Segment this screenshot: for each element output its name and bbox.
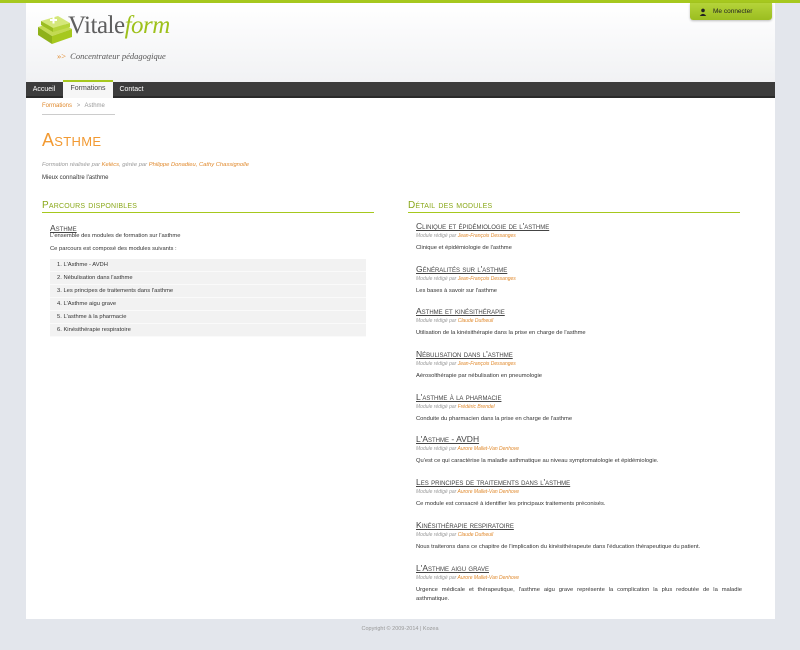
module-title-link[interactable]: Les principes de traitements dans l'asth…	[416, 477, 742, 487]
module-title-link[interactable]: Clinique et épidémiologie de l'asthme	[416, 221, 742, 231]
nav-item-contact[interactable]: Contact	[114, 82, 149, 98]
module-author: Module rédigé par Claude Dutheuil	[416, 318, 742, 324]
module-title-link[interactable]: Kinésithérapie respiratoire	[416, 520, 742, 530]
module-description: Utilisation de la kinésithérapie dans la…	[416, 330, 586, 337]
author-prefix: Module rédigé par	[416, 531, 457, 538]
training-meta: Formation réalisée par Kelécs, gérée par…	[42, 162, 249, 168]
login-button[interactable]: Me connecter	[690, 3, 772, 20]
module-description: Clinique et épidémiologie de l'asthme	[416, 245, 512, 251]
author-link[interactable]: Claude Dutheuil	[458, 318, 494, 324]
module-title-link[interactable]: Asthme et kinésithérapie	[416, 306, 742, 316]
module-item: Généralités sur l'asthme Module rédigé p…	[416, 264, 742, 307]
author-prefix: Module rédigé par	[416, 233, 457, 239]
module-item: L'Asthme - AVDH Module rédigé par Aurore…	[416, 434, 742, 477]
site-logo[interactable]: Vitaleform »> Concentrateur pédagogique	[36, 11, 186, 66]
list-item[interactable]: 1. L'Asthme - AVDH	[50, 259, 366, 272]
module-title-link[interactable]: Nébulisation dans l'asthme	[416, 349, 742, 359]
meta-prefix: Formation réalisée par	[42, 162, 100, 168]
author-prefix: Module rédigé par	[416, 489, 457, 496]
section-divider-detail	[408, 212, 740, 213]
author-prefix: Module rédigé par	[416, 574, 457, 581]
main-nav: Accueil Formations Contact	[26, 80, 775, 98]
breadcrumb-divider	[42, 114, 115, 115]
module-item: Nébulisation dans l'asthme Module rédigé…	[416, 349, 742, 392]
author-prefix: Module rédigé par	[416, 403, 457, 410]
module-item: Clinique et épidémiologie de l'asthme Mo…	[416, 221, 742, 264]
author-link[interactable]: Aurore Mallet-Van Denhove	[458, 575, 520, 581]
logo-tagline: »> Concentrateur pédagogique	[57, 51, 166, 61]
parcours-description: L'ensemble des modules de formation sur …	[50, 233, 181, 239]
module-description: Urgence médicale et thérapeutique, l'ast…	[416, 586, 742, 602]
author-link[interactable]: Frédéric Brendel	[458, 404, 495, 410]
list-item[interactable]: 3. Les principes de traitements dans l'a…	[50, 285, 366, 298]
module-author: Module rédigé par Frédéric Brendel	[416, 404, 742, 410]
training-intro: Mieux connaître l'asthme	[42, 175, 109, 181]
header: Vitaleform »> Concentrateur pédagogique …	[26, 3, 775, 82]
breadcrumb-link-formations[interactable]: Formations	[42, 103, 72, 109]
author-link[interactable]: Claude Dutheuil	[458, 532, 494, 538]
list-item[interactable]: 5. L'asthme à la pharmacie	[50, 311, 366, 324]
footer: Copyright © 2009-2014 | Kozea	[361, 626, 439, 632]
section-title-parcours: Parcours disponibles	[42, 200, 138, 211]
meta-mid: , gérée par	[119, 162, 148, 168]
module-title-link[interactable]: L'Asthme - AVDH	[416, 434, 742, 444]
parcours-composition: Ce parcours est composé des modules suiv…	[50, 246, 177, 252]
list-item[interactable]: 6. Kinésithérapie respiratoire	[50, 324, 366, 337]
parcours-title-link[interactable]: Asthme	[50, 223, 77, 233]
author-prefix: Module rédigé par	[416, 446, 457, 453]
meta-managers-link[interactable]: Philippe Donadieu, Cathy Chassignolle	[149, 162, 249, 168]
module-author: Module rédigé par Aurore Mallet-Van Denh…	[416, 446, 742, 452]
module-description: Nous traiterons dans ce chapitre de l'im…	[416, 543, 701, 550]
page-title: Asthme	[42, 130, 102, 150]
page-container: Vitaleform »> Concentrateur pédagogique …	[26, 3, 775, 619]
module-author: Module rédigé par Jean-François Dessange…	[416, 361, 742, 367]
breadcrumb: Formations > Asthme	[42, 103, 105, 109]
login-label: Me connecter	[713, 8, 753, 15]
logo-word-main: Vitale	[68, 12, 125, 39]
module-description: Aérosolthérapie par nébulisation en pneu…	[416, 373, 543, 380]
module-description: Ce module est consacré à identifier les …	[416, 501, 606, 508]
module-author: Module rédigé par Aurore Mallet-Van Denh…	[416, 489, 742, 495]
module-item: Kinésithérapie respiratoire Module rédig…	[416, 520, 742, 563]
module-item: L'Asthme aigu grave Module rédigé par Au…	[416, 563, 742, 606]
nav-item-accueil[interactable]: Accueil	[26, 82, 62, 98]
author-link[interactable]: Jean-François Dessanges	[458, 276, 516, 282]
module-detail-list: Clinique et épidémiologie de l'asthme Mo…	[416, 221, 742, 605]
module-author: Module rédigé par Jean-François Dessange…	[416, 233, 742, 239]
logo-wordmark: Vitaleform	[68, 12, 170, 40]
user-icon	[699, 8, 707, 16]
author-prefix: Module rédigé par	[416, 361, 457, 368]
module-author: Module rédigé par Aurore Mallet-Van Denh…	[416, 575, 742, 581]
meta-org-link[interactable]: Kelécs	[102, 162, 119, 168]
nav-item-formations[interactable]: Formations	[63, 80, 113, 98]
module-description: Les bases à savoir sur l'asthme	[416, 287, 498, 294]
breadcrumb-separator: >	[76, 103, 81, 109]
section-divider-parcours	[42, 212, 374, 213]
module-title-link[interactable]: L'Asthme aigu grave	[416, 563, 742, 573]
module-title-link[interactable]: Généralités sur l'asthme	[416, 264, 742, 274]
tagline-text: Concentrateur pédagogique	[70, 51, 166, 61]
module-author: Module rédigé par Claude Dutheuil	[416, 532, 742, 538]
module-title-link[interactable]: L'asthme à la pharmacie	[416, 392, 742, 402]
module-item: Asthme et kinésithérapie Module rédigé p…	[416, 306, 742, 349]
author-prefix: Module rédigé par	[416, 318, 457, 325]
module-description: Qu'est ce qui caractérise la maladie ast…	[416, 458, 659, 465]
module-item: L'asthme à la pharmacie Module rédigé pa…	[416, 392, 742, 435]
parcours-module-list: 1. L'Asthme - AVDH 2. Nébulisation dans …	[50, 259, 366, 337]
module-author: Module rédigé par Jean-François Dessange…	[416, 276, 742, 282]
author-link[interactable]: Aurore Mallet-Van Denhove	[458, 446, 520, 452]
list-item[interactable]: 4. L'Asthme aigu grave	[50, 298, 366, 311]
author-link[interactable]: Jean-François Dessanges	[458, 233, 516, 239]
author-link[interactable]: Aurore Mallet-Van Denhove	[458, 489, 520, 495]
author-link[interactable]: Jean-François Dessanges	[458, 361, 516, 367]
list-item[interactable]: 2. Nébulisation dans l'asthme	[50, 272, 366, 285]
logo-word-accent: form	[124, 12, 171, 39]
module-description: Conduite du pharmacien dans la prise en …	[416, 415, 573, 422]
breadcrumb-current: Asthme	[84, 103, 105, 109]
tagline-marker: »>	[57, 51, 67, 61]
module-item: Les principes de traitements dans l'asth…	[416, 477, 742, 520]
author-prefix: Module rédigé par	[416, 275, 457, 282]
section-title-detail: Détail des modules	[408, 200, 493, 211]
